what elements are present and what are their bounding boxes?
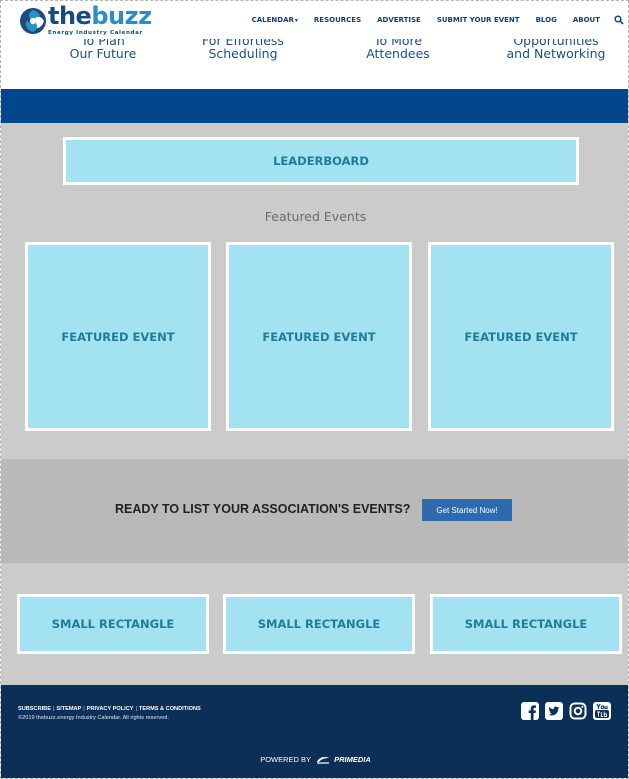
nav-calendar[interactable]: CALENDAR▾ [252,16,298,24]
twitter-icon[interactable] [545,702,563,720]
primedia-brand[interactable]: PRIMEDIA [334,755,371,764]
facebook-icon[interactable] [521,702,539,720]
site-footer: SUBSCRIBE | SITEMAP | PRIVACY POLICY | TERMS &… [1,685,628,778]
featured-event-card[interactable]: FEATURED EVENT [25,242,211,431]
footer-link-privacy-policy[interactable]: PRIVACY POLICY [87,706,134,712]
small-rectangle-ad[interactable]: SMALL RECTANGLE [430,594,622,654]
footer-link-subscribe[interactable]: SUBSCRIBE [18,706,51,712]
footer-link-sitemap[interactable]: SITEMAP [56,706,81,712]
nav-submit-your-event[interactable]: SUBMIT YOUR EVENT [437,16,520,24]
page: thebuzz Energy Industry Calendar CALENDA… [0,0,629,779]
cta-section: READY TO LIST YOUR ASSOCIATION'S EVENTS?… [1,459,628,563]
cta-text: READY TO LIST YOUR ASSOCIATION'S EVENTS? [115,502,411,516]
benefits-strip: To Plan Our Future For Effortless Schedu… [1,34,628,89]
site-logo[interactable]: thebuzz Energy Industry Calendar [18,2,152,37]
primedia-logo-icon [317,757,330,764]
site-header: thebuzz Energy Industry Calendar CALENDA… [1,1,628,39]
caret-down-icon: ▾ [294,17,298,24]
copyright-text: ©2019 thebuzz.energy Industry Calendar. … [18,715,169,721]
benefit-line2: and Networking [506,45,606,61]
nav-blog[interactable]: BLOG [536,16,557,24]
featured-event-card[interactable]: FEATURED EVENT [428,242,614,431]
nav-advertise[interactable]: ADVERTISE [377,16,421,24]
footer-links: SUBSCRIBE | SITEMAP | PRIVACY POLICY | TERMS &… [18,706,201,712]
instagram-icon[interactable] [569,702,587,720]
search-icon[interactable] [614,15,624,25]
nav-resources[interactable]: RESOURCES [314,16,361,24]
blue-divider-band [1,89,628,123]
logo-tagline: Energy Industry Calendar [48,30,143,36]
logo-name: buzz [91,2,152,30]
benefit-line2: Scheduling [208,45,278,61]
leaderboard-ad[interactable]: LEADERBOARD [63,137,579,185]
small-rectangle-ad[interactable]: SMALL RECTANGLE [223,594,415,654]
logo-wordmark: thebuzz [48,2,152,30]
nav-about[interactable]: ABOUT [573,16,600,24]
small-rectangle-ad[interactable]: SMALL RECTANGLE [17,594,209,654]
ad-section: LEADERBOARD Featured Events FEATURED EVE… [1,123,628,459]
featured-events-heading: Featured Events [264,209,367,224]
powered-by-label: POWERED BY [260,755,311,764]
get-started-button[interactable]: Get Started Now! [422,499,512,521]
featured-event-card[interactable]: FEATURED EVENT [226,242,412,431]
benefit-line2: Our Future [69,45,137,61]
powered-by: POWERED BY PRIMEDIA [1,755,628,764]
social-links [521,702,617,720]
logo-swirl-icon [20,8,46,34]
logo-prefix: the [48,2,92,30]
youtube-icon[interactable] [593,702,611,720]
nav-calendar-label: CALENDAR [251,16,294,24]
footer-link-terms[interactable]: TERMS & CONDITIONS [139,706,201,712]
main-nav: CALENDAR▾ RESOURCES ADVERTISE SUBMIT YOU… [236,15,624,25]
small-ads-section: SMALL RECTANGLE SMALL RECTANGLE SMALL RE… [1,563,628,685]
benefit-line2: Attendees [366,45,430,61]
